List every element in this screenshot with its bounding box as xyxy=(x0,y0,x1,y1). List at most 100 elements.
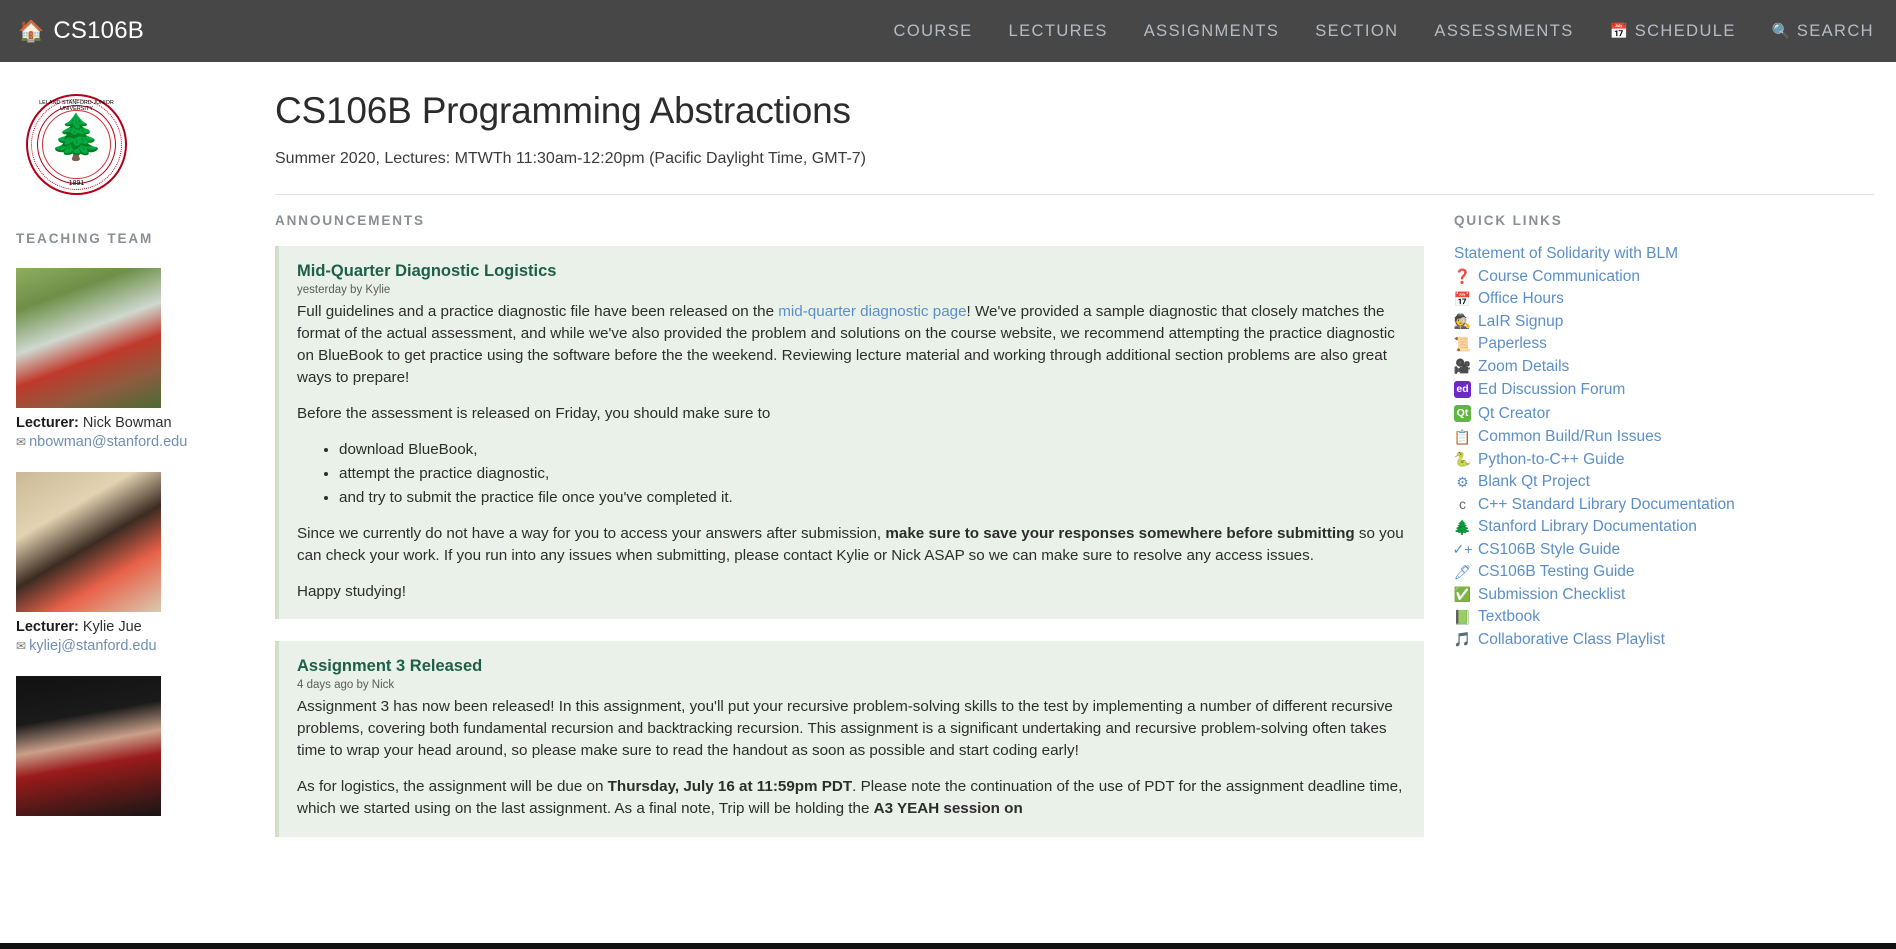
announcement-card: Assignment 3 Released 4 days ago by Nick… xyxy=(275,641,1424,837)
quick-link-label: Qt Creator xyxy=(1478,404,1551,422)
person-name: Nick Bowman xyxy=(82,415,172,431)
quick-link-label: LaIR Signup xyxy=(1478,312,1564,330)
announcement-paragraph: Happy studying! xyxy=(297,583,406,601)
clipboard-icon: 📋 xyxy=(1453,428,1472,445)
quick-link-label: Office Hours xyxy=(1478,290,1564,307)
quick-link-paperless[interactable]: 📜 Paperless xyxy=(1454,336,1874,352)
quick-link-label: Textbook xyxy=(1478,608,1541,625)
quick-link-label: Paperless xyxy=(1478,335,1547,352)
paragraph-text: Since we currently do not have a way for… xyxy=(297,525,886,543)
quick-link-textbook[interactable]: 📗 Textbook xyxy=(1454,609,1874,625)
house-icon: 🏠 xyxy=(18,19,45,43)
quick-links-heading: QUICK LINKS xyxy=(1454,213,1563,228)
quick-link-label: Common Build/Run Issues xyxy=(1478,428,1662,445)
person-role: Lecturer: xyxy=(16,619,79,635)
nav-item-assignments[interactable]: ASSIGNMENTS xyxy=(1144,22,1280,41)
person-email-text: kyliej@stanford.edu xyxy=(29,638,157,654)
nav-label: SECTION xyxy=(1315,21,1399,40)
teaching-team-member: Lecturer: Nick Bowman ✉ nbowman@stanford… xyxy=(12,268,257,450)
quick-links-list: Statement of Solidarity with BLM ❓ Cours… xyxy=(1453,246,1874,648)
quick-link-blank-qt-project[interactable]: ⚙ Blank Qt Project xyxy=(1454,474,1874,490)
announcement-paragraph: Full guidelines and a practice diagnosti… xyxy=(297,301,1406,389)
quick-link-cs106b-style-guide[interactable]: ✓+ CS106B Style Guide xyxy=(1453,541,1874,558)
announcement-title: Assignment 3 Released xyxy=(297,657,483,676)
nav-links: COURSE LECTURES ASSIGNMENTS SECTION ASSE… xyxy=(894,22,1874,41)
quick-link-blm-statement[interactable]: Statement of Solidarity with BLM xyxy=(1454,246,1874,262)
seal-year: 1891 xyxy=(68,180,85,187)
nav-label: SCHEDULE xyxy=(1634,21,1736,40)
person-email-link[interactable]: ✉ kyliej@stanford.edu xyxy=(16,638,257,654)
quick-link-label: Ed Discussion Forum xyxy=(1478,380,1626,398)
paragraph-text: As for logistics, the assignment will be… xyxy=(297,778,608,796)
quick-link-label: Collaborative Class Playlist xyxy=(1478,630,1665,648)
calendar-icon: 📅 xyxy=(1609,23,1630,40)
music-note-icon: 🎵 xyxy=(1453,631,1472,648)
announcements-heading: ANNOUNCEMENTS xyxy=(275,213,425,228)
quick-link-label: Stanford Library Documentation xyxy=(1478,518,1697,535)
announcement-card: Mid-Quarter Diagnostic Logistics yesterd… xyxy=(275,246,1424,620)
announcement-paragraph: Since we currently do not have a way for… xyxy=(297,523,1406,567)
brand-label: CS106B xyxy=(53,17,144,44)
seal-top-text: LELAND STANFORD JUNIOR UNIVERSITY xyxy=(39,100,114,112)
quick-link-qt-creator[interactable]: Qt Qt Creator xyxy=(1454,405,1874,422)
announcement-title: Mid-Quarter Diagnostic Logistics xyxy=(297,262,557,280)
quick-link-label: Zoom Details xyxy=(1478,357,1570,375)
nav-item-course[interactable]: COURSE xyxy=(894,22,973,41)
nav-item-assessments[interactable]: ASSESSMENTS xyxy=(1434,22,1573,41)
envelope-icon: ✉ xyxy=(16,435,27,449)
mid-quarter-diagnostic-link[interactable]: mid-quarter diagnostic page xyxy=(778,303,966,320)
announcement-paragraph: As for logistics, the assignment will be… xyxy=(297,776,1406,820)
paragraph-emphasis: Thursday, July 16 at 11:59pm PDT xyxy=(607,778,853,796)
quick-link-python-to-cpp-guide[interactable]: 🐍 Python-to-C++ Guide xyxy=(1454,450,1874,468)
page-title: CS106B Programming Abstractions xyxy=(275,90,851,131)
avatar xyxy=(16,268,161,408)
video-camera-icon: 🎥 xyxy=(1453,358,1472,375)
person-email-text: nbowman@stanford.edu xyxy=(29,434,188,450)
viewport-bottom-edge xyxy=(0,943,1896,949)
page-header: CS106B Programming Abstractions Summer 2… xyxy=(275,62,1874,195)
detective-icon: 🕵 xyxy=(1453,313,1472,330)
brand-home-link[interactable]: 🏠 CS106B xyxy=(18,17,144,45)
quick-link-ed-discussion-forum[interactable]: ed Ed Discussion Forum xyxy=(1454,381,1874,398)
quick-link-office-hours[interactable]: 📅 Office Hours xyxy=(1454,291,1874,307)
quick-link-course-communication[interactable]: ❓ Course Communication xyxy=(1454,268,1874,285)
quick-link-cs106b-testing-guide[interactable]: 🖊 CS106B Testing Guide xyxy=(1454,564,1874,580)
main-content: CS106B Programming Abstractions Summer 2… xyxy=(275,62,1896,949)
quick-link-collaborative-class-playlist[interactable]: 🎵 Collaborative Class Playlist xyxy=(1453,630,1874,648)
quick-link-label: Python-to-C++ Guide xyxy=(1478,450,1625,468)
person-name: Kylie Jue xyxy=(82,619,142,635)
evergreen-tree-icon: 🌲 xyxy=(1453,518,1472,535)
quick-link-cpp-standard-library-documentation[interactable]: c C++ Standard Library Documentation xyxy=(1454,496,1874,513)
quick-link-lair-signup[interactable]: 🕵 LaIR Signup xyxy=(1453,312,1874,330)
announcement-bullet-list: download BlueBook, attempt the practice … xyxy=(297,439,1406,509)
quick-link-common-build-run-issues[interactable]: 📋 Common Build/Run Issues xyxy=(1454,429,1874,445)
seal-tree-icon: 🌲 xyxy=(49,113,104,162)
nav-item-schedule[interactable]: 📅 SCHEDULE xyxy=(1610,22,1736,41)
divider xyxy=(275,194,1874,195)
nav-item-search[interactable]: 🔍 SEARCH xyxy=(1772,22,1874,41)
announcement-meta: yesterday by Kylie xyxy=(297,284,391,296)
quick-link-label: Submission Checklist xyxy=(1478,585,1626,603)
paragraph-emphasis: A3 YEAH session on xyxy=(873,800,1023,818)
content-row: ANNOUNCEMENTS Mid-Quarter Diagnostic Log… xyxy=(275,213,1874,859)
letter-c-icon: c xyxy=(1459,496,1466,513)
nav-label: COURSE xyxy=(893,21,973,40)
person-email-link[interactable]: ✉ nbowman@stanford.edu xyxy=(16,434,257,450)
quick-link-stanford-library-documentation[interactable]: 🌲 Stanford Library Documentation xyxy=(1454,519,1874,535)
quick-link-zoom-details[interactable]: 🎥 Zoom Details xyxy=(1453,357,1874,375)
quick-link-label: CS106B Testing Guide xyxy=(1478,563,1635,580)
nav-item-lectures[interactable]: LECTURES xyxy=(1009,22,1108,41)
green-check-icon: ✅ xyxy=(1453,586,1472,603)
quick-links-column: QUICK LINKS Statement of Solidarity with… xyxy=(1453,213,1874,859)
announcements-column: ANNOUNCEMENTS Mid-Quarter Diagnostic Log… xyxy=(275,213,1454,859)
qt-badge-label: Qt xyxy=(1454,405,1471,422)
page-body: LELAND STANFORD JUNIOR UNIVERSITY 🌲 1891… xyxy=(0,62,1896,949)
quick-link-submission-checklist[interactable]: ✅ Submission Checklist xyxy=(1453,585,1874,603)
person-role: Lecturer: xyxy=(16,415,79,431)
nav-label: SEARCH xyxy=(1796,21,1874,40)
paragraph-text: Full guidelines and a practice diagnosti… xyxy=(297,303,779,320)
nav-item-section[interactable]: SECTION xyxy=(1315,22,1398,41)
announcement-meta: 4 days ago by Nick xyxy=(297,679,395,692)
ed-badge-icon: ed xyxy=(1454,381,1471,398)
avatar xyxy=(16,472,161,612)
